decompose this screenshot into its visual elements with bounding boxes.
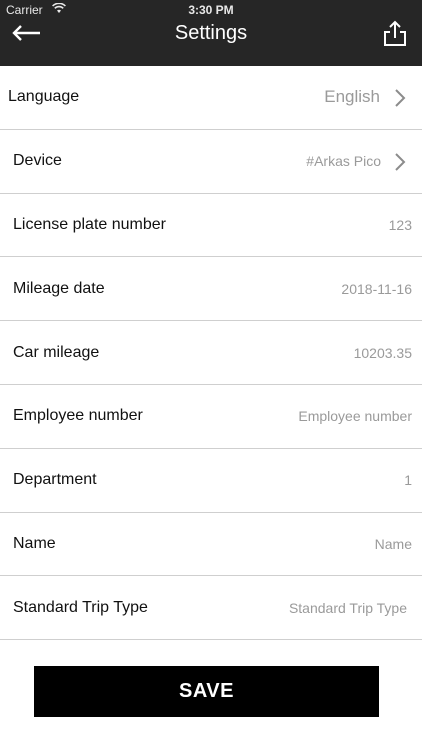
back-button[interactable] — [10, 20, 46, 46]
license-plate-row[interactable]: License plate number 123 — [0, 193, 422, 258]
car-mileage-field[interactable]: 10203.35 — [354, 345, 412, 361]
save-button[interactable]: SAVE — [34, 666, 379, 717]
device-value: #Arkas Pico — [306, 153, 381, 170]
car-mileage-row[interactable]: Car mileage 10203.35 — [0, 321, 422, 385]
status-time: 3:30 PM — [188, 3, 234, 17]
page-title: Settings — [174, 22, 248, 44]
license-plate-label: License plate number — [13, 215, 166, 233]
employee-number-field[interactable]: Employee number — [298, 408, 412, 424]
share-button[interactable] — [380, 18, 412, 48]
name-label: Name — [13, 534, 56, 552]
arrow-left-icon — [12, 25, 40, 41]
standard-trip-type-label: Standard Trip Type — [13, 598, 148, 616]
name-field[interactable]: Name — [375, 536, 412, 552]
status-bar: Carrier 3:30 PM — [0, 0, 422, 20]
license-plate-field[interactable]: 123 — [389, 217, 412, 233]
standard-trip-type-row[interactable]: Standard Trip Type Standard Trip Type — [0, 576, 422, 641]
language-value: English — [324, 87, 380, 107]
employee-number-label: Employee number — [13, 407, 143, 425]
mileage-date-row[interactable]: Mileage date 2018-11-16 — [0, 257, 422, 322]
standard-trip-type-field[interactable]: Standard Trip Type — [289, 600, 407, 616]
device-label: Device — [13, 152, 62, 170]
department-label: Department — [13, 471, 97, 489]
department-field[interactable]: 1 — [404, 472, 412, 488]
mileage-date-field[interactable]: 2018-11-16 — [341, 281, 412, 297]
chevron-right-icon — [395, 89, 406, 107]
language-label: Language — [8, 88, 80, 106]
name-row[interactable]: Name Name — [0, 512, 422, 577]
share-icon — [384, 20, 406, 46]
employee-number-row[interactable]: Employee number Employee number — [0, 384, 422, 449]
settings-list: Language English Device #Arkas Pico Lice… — [0, 66, 422, 641]
car-mileage-label: Car mileage — [13, 343, 100, 361]
language-row[interactable]: Language English — [0, 66, 422, 130]
navigation-bar: Carrier 3:30 PM Settings — [0, 0, 422, 66]
department-row[interactable]: Department 1 — [0, 448, 422, 513]
mileage-date-label: Mileage date — [13, 279, 105, 297]
chevron-right-icon — [395, 153, 406, 171]
device-row[interactable]: Device #Arkas Pico — [0, 129, 422, 194]
